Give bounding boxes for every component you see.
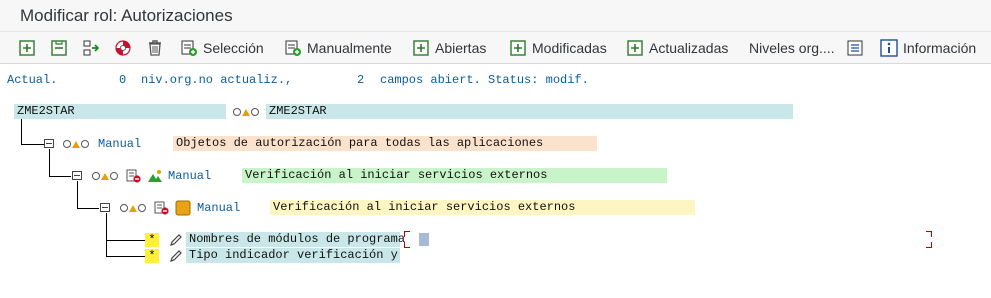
collapse-all-icon [51, 40, 67, 56]
trash-icon [149, 40, 161, 56]
status-fields-text: campos abiert. Status: modif. [380, 73, 589, 87]
add-manual-icon [285, 40, 301, 56]
seleccion-label: Selección [203, 40, 264, 56]
traffic-light-icon [120, 202, 146, 214]
toolbar: Selección Manualmente Abiertas Modificad… [0, 32, 991, 64]
informacion-button[interactable]: Información [880, 36, 976, 60]
delete-node-icon[interactable] [154, 201, 170, 215]
niveles-org-label: Niveles org.... [749, 40, 835, 56]
level1-status[interactable]: Manual [98, 137, 141, 151]
move-button[interactable] [82, 36, 100, 60]
tree-connector [21, 119, 22, 145]
collapse-node-icon[interactable] [72, 171, 82, 180]
field-label: Tipo indicador verificación y [186, 248, 400, 263]
expand-all-icon [19, 40, 35, 56]
level2-status[interactable]: Manual [168, 169, 211, 183]
root-node-description: ZME2STAR [266, 104, 793, 119]
manualmente-button[interactable]: Manualmente [284, 36, 392, 60]
status-actual-label: Actual. [7, 73, 58, 87]
root-node-name[interactable]: ZME2STAR [14, 104, 226, 119]
tree-connector [49, 149, 50, 177]
tree-connector [77, 181, 78, 209]
tree-connector [106, 240, 146, 241]
field-marker: * [145, 233, 159, 247]
level2-description: Verificación al iniciar servicios extern… [242, 168, 667, 183]
level3-description: Verificación al iniciar servicios extern… [270, 200, 695, 215]
field-marker: * [145, 249, 159, 263]
info-icon [880, 39, 898, 57]
changed-nodes-icon [510, 40, 526, 56]
open-nodes-icon [413, 40, 429, 56]
actualizadas-button[interactable]: Actualizadas [626, 36, 728, 60]
field-value-input[interactable] [402, 231, 932, 248]
updated-nodes-icon [627, 40, 643, 56]
expand-all-button[interactable] [18, 36, 36, 60]
list-button[interactable] [846, 36, 864, 60]
tree-connector [106, 256, 146, 257]
modificadas-label: Modificadas [532, 40, 607, 56]
status-fields-count: 2 [357, 73, 365, 87]
tree-connector [77, 208, 99, 209]
selection-corner [926, 231, 932, 237]
traffic-light-icon [63, 138, 89, 150]
add-selection-icon [181, 40, 197, 56]
auth-object-icon [175, 200, 191, 216]
traffic-light-icon [92, 170, 118, 182]
collapse-node-icon[interactable] [44, 139, 54, 148]
tree-connector [106, 213, 107, 257]
mountain-icon [148, 170, 162, 182]
delete-node-icon[interactable] [126, 169, 142, 183]
collapse-node-icon[interactable] [100, 203, 110, 212]
level3-status[interactable]: Manual [197, 201, 240, 215]
seleccion-button[interactable]: Selección [180, 36, 264, 60]
delete-button[interactable] [146, 36, 164, 60]
actualizadas-label: Actualizadas [649, 40, 729, 56]
lifebuoy-icon [115, 40, 131, 56]
pencil-icon[interactable] [169, 249, 183, 263]
informacion-label: Información [903, 40, 977, 56]
status-org-text: niv.org.no actualiz., [141, 73, 293, 87]
move-node-icon [83, 40, 100, 56]
manualmente-label: Manualmente [307, 40, 392, 56]
niveles-org-button[interactable]: Niveles org.... [749, 36, 835, 60]
title-bar: Modificar rol: Autorizaciones [0, 0, 991, 32]
modificadas-button[interactable]: Modificadas [509, 36, 607, 60]
tree-connector [49, 176, 71, 177]
page-title: Modificar rol: Autorizaciones [20, 6, 233, 25]
field-value-input-2[interactable] [402, 248, 932, 263]
status-button[interactable] [114, 36, 132, 60]
tree-connector [21, 144, 44, 145]
abiertas-label: Abiertas [435, 40, 487, 56]
level1-description: Objetos de autorización para todas las a… [173, 136, 597, 151]
traffic-light-icon [233, 106, 259, 118]
abiertas-button[interactable]: Abiertas [412, 36, 486, 60]
list-icon [847, 40, 863, 56]
status-org-count: 0 [119, 73, 127, 87]
selection-corner [404, 231, 410, 237]
collapse-all-button[interactable] [50, 36, 68, 60]
pencil-icon[interactable] [169, 233, 183, 247]
text-cursor [419, 233, 429, 246]
field-label: Nombres de módulos de programa [186, 232, 405, 247]
